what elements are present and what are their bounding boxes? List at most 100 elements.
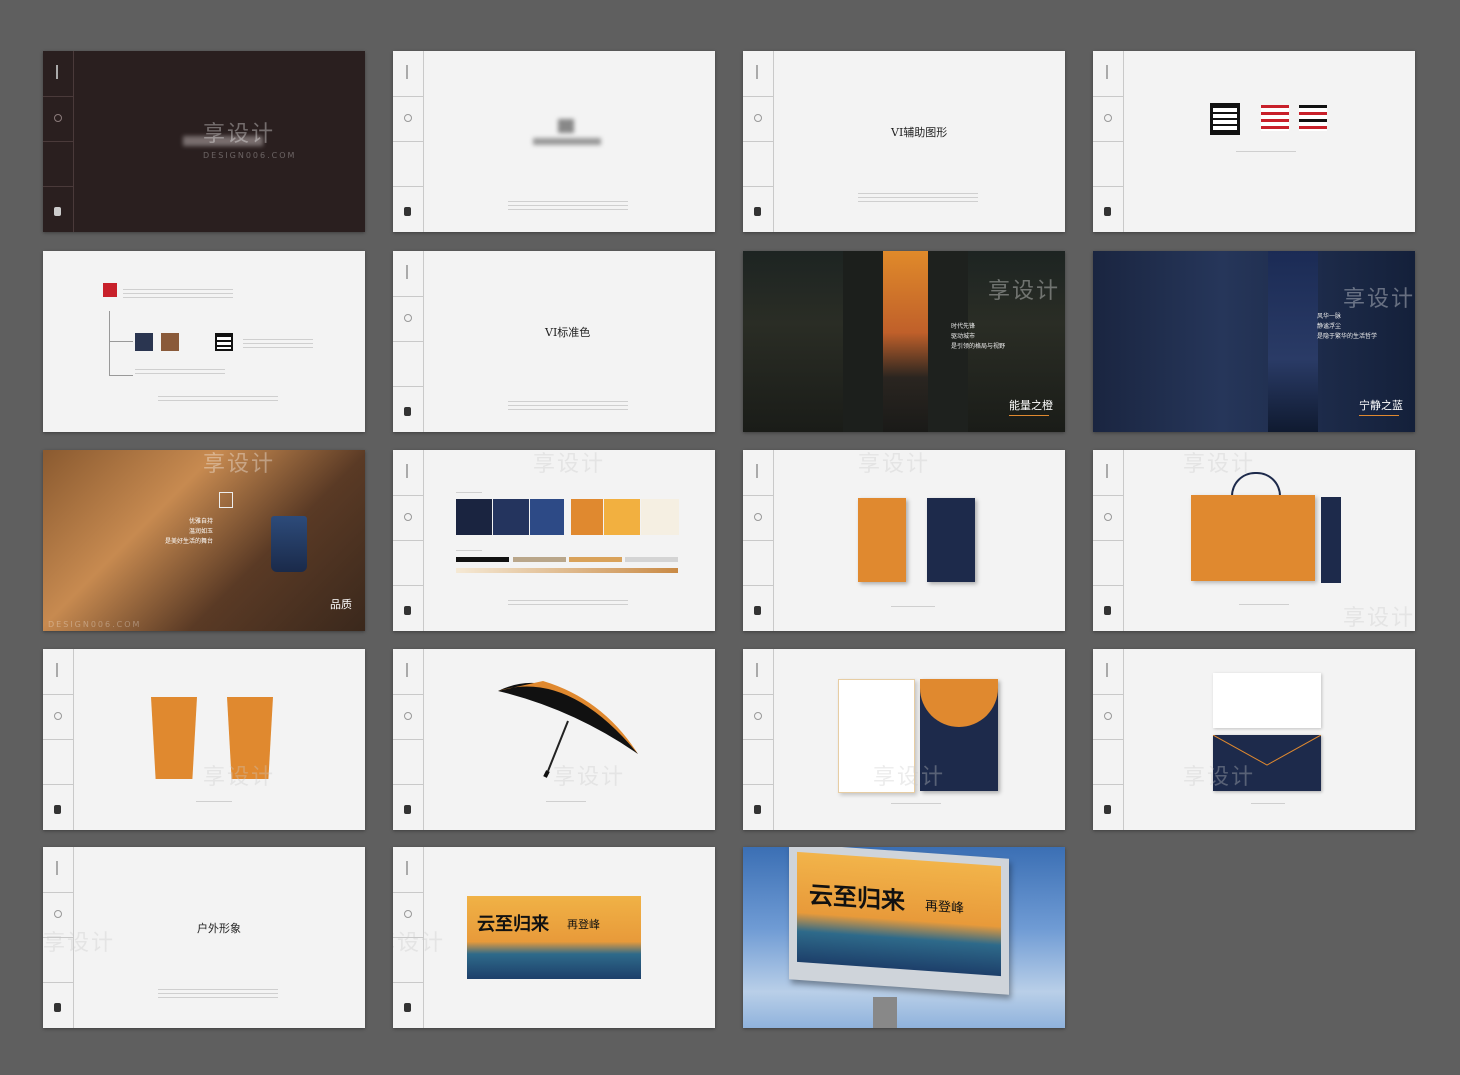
night-photo [1268, 251, 1318, 432]
slide-envelope[interactable]: 享设计 [1093, 649, 1415, 830]
slide-seal-graphics[interactable] [1093, 51, 1415, 232]
slide-color-palette[interactable]: 享设计 [393, 450, 715, 631]
color-swatch [641, 499, 679, 535]
logo-mark-icon [1104, 805, 1111, 814]
color-gradient-bar [456, 568, 678, 573]
slide-envelope-folder[interactable]: 享设计 [743, 649, 1065, 830]
logo-mark-icon [54, 1003, 61, 1012]
color-swatch [456, 499, 492, 535]
slide-umbrella[interactable]: 享设计 [393, 649, 715, 830]
slide-text: 是美好生活的舞台 [165, 538, 214, 545]
logo-mark-icon [54, 805, 61, 814]
watermark: 享设计 [1183, 765, 1256, 790]
slide-title: 户外形象 [197, 922, 241, 935]
watermark: 享设计 [1343, 606, 1415, 631]
watermark: 享设计 [393, 931, 446, 956]
color-swatch [493, 499, 529, 535]
slide-paper-cups[interactable]: 享设计 [43, 649, 365, 830]
seal-red-icon [1261, 105, 1289, 131]
slide-title: VI标准色 [545, 326, 591, 339]
slide-text: 时代先锋 [951, 323, 976, 330]
banner-tagline: 再登峰 [567, 918, 600, 931]
bag-side [1321, 497, 1341, 583]
slide-vi-graphic[interactable]: VI辅助图形 [743, 51, 1065, 232]
slide-rail [743, 649, 774, 830]
color-swatch [571, 499, 603, 535]
logo-mark-icon [404, 207, 411, 216]
cup-mockup [151, 697, 197, 779]
slide-rail [1093, 450, 1124, 631]
watermark: 享设计 [203, 122, 276, 147]
cup-photo [271, 516, 307, 572]
brand-logo [558, 119, 574, 133]
seal-red-icon [103, 283, 117, 297]
watermark-sub: DESIGN006.COM [48, 620, 142, 629]
slide-rail [43, 649, 74, 830]
watermark: 享设计 [988, 279, 1061, 304]
flow-line [109, 311, 110, 375]
slide-logo-derivation[interactable] [43, 251, 365, 432]
card-front [858, 498, 906, 582]
slide-rail [1093, 51, 1124, 232]
slide-business-card[interactable]: 享设计 [743, 450, 1065, 631]
envelope-white [1213, 673, 1321, 728]
slide-rail [743, 450, 774, 631]
watermark: 享设计 [873, 765, 946, 790]
bag-front [1191, 495, 1315, 581]
billboard-frame: 云至归来 再登峰 [789, 847, 1009, 995]
slide-text: 风华一脉 [1317, 313, 1342, 320]
logo-mark-icon [404, 407, 411, 416]
watermark: 享设计 [553, 765, 626, 790]
logo-mark-icon [1104, 606, 1111, 615]
slide-billboard[interactable]: 云至归来 再登峰 [743, 847, 1065, 1028]
card-back [927, 498, 975, 582]
watermark: 享设计 [203, 452, 276, 477]
slide-rail [393, 450, 424, 631]
logo-mark-icon [754, 805, 761, 814]
banner-mockup: 云至归来 再登峰 [467, 896, 641, 979]
color-bar [513, 557, 566, 562]
slide-blue-night[interactable]: 风华一脉 静谧浮尘 是隐于繁华的生活哲学 宁静之蓝 享设计 [1093, 251, 1415, 432]
slide-banner[interactable]: 云至归来 再登峰 享设计 [393, 847, 715, 1028]
color-bar [569, 557, 622, 562]
color-swatch [530, 499, 564, 535]
billboard-tagline: 再登峰 [925, 898, 965, 917]
slide-logo[interactable] [393, 51, 715, 232]
slide-quality[interactable]: 优雅自持 温润如玉 是美好生活的舞台 品质 享设计 DESIGN006.COM [43, 450, 365, 631]
slide-title: 能量之橙 [1009, 399, 1053, 412]
watermark: 享设计 [533, 452, 606, 477]
billboard-headline: 云至归来 [809, 879, 905, 916]
logo-mark-icon [754, 606, 761, 615]
slide-title: 宁静之蓝 [1359, 399, 1403, 412]
photo-thumb [135, 333, 153, 351]
slide-vi-color[interactable]: VI标准色 [393, 251, 715, 432]
slide-text: 静谧浮尘 [1317, 323, 1342, 330]
color-bar [456, 557, 509, 562]
watermark: 享设计 [43, 931, 116, 956]
logo-mark-icon [1104, 207, 1111, 216]
slide-title: 品质 [330, 598, 352, 611]
slide-text: 驱动城市 [951, 333, 976, 340]
seal-black-icon [215, 333, 233, 351]
slide-tote-bag[interactable]: 享设计 享设计 [1093, 450, 1415, 631]
slide-cover[interactable]: 享设计 DESIGN006.COM [43, 51, 365, 232]
slide-orange-city[interactable]: 时代先锋 驱动城市 是引领的格局与视野 能量之橙 享设计 [743, 251, 1065, 432]
slide-rail [743, 51, 774, 232]
watermark: 享设计 [1343, 287, 1415, 312]
slide-outdoor[interactable]: 户外形象 享设计 [43, 847, 365, 1028]
slide-rail [393, 51, 424, 232]
logo-mark-icon [754, 207, 761, 216]
billboard-screen: 云至归来 再登峰 [797, 851, 1001, 977]
slide-text: 优雅自持 [189, 518, 214, 525]
watermark: 享设计 [1183, 452, 1256, 477]
slide-rail [1093, 649, 1124, 830]
logo-mark-icon [54, 207, 61, 216]
slide-text: 是隐于繁华的生活哲学 [1317, 333, 1378, 340]
color-bar [625, 557, 678, 562]
watermark-sub: DESIGN006.COM [203, 151, 297, 160]
billboard-pole [873, 997, 897, 1028]
color-swatch [604, 499, 640, 535]
slide-rail [43, 51, 74, 232]
watermark: 享设计 [203, 765, 276, 790]
seal-red-black-icon [1299, 105, 1327, 131]
